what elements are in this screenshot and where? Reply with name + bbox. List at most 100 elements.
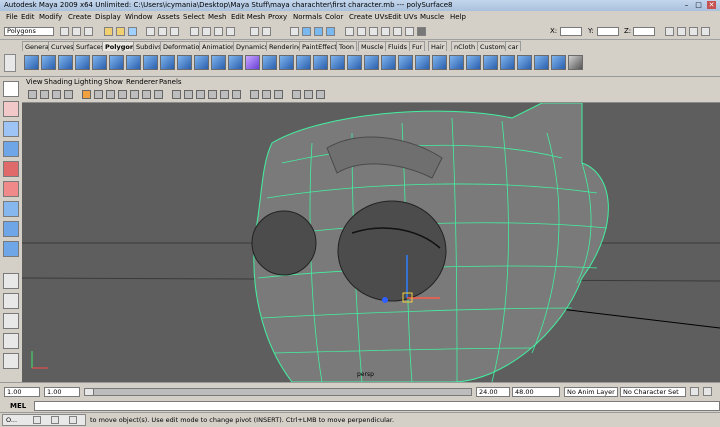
show-manipulator-icon[interactable] xyxy=(3,241,19,257)
anim-layer-selector[interactable]: No Anim Layer xyxy=(564,387,618,397)
high-quality-icon[interactable] xyxy=(250,90,259,99)
textured-icon[interactable] xyxy=(208,90,217,99)
poly-cylinder-icon[interactable] xyxy=(58,55,73,70)
poly-cone-icon[interactable] xyxy=(75,55,90,70)
bevel-icon[interactable] xyxy=(466,55,481,70)
extrude-icon[interactable] xyxy=(432,55,447,70)
menu-window[interactable]: Window xyxy=(125,13,153,21)
menu-help[interactable]: Help xyxy=(450,13,466,21)
anim-start-field[interactable]: 1.00 xyxy=(44,387,80,397)
range-slider[interactable] xyxy=(84,388,472,396)
scale-tool-icon[interactable] xyxy=(3,181,19,197)
shadows-icon[interactable] xyxy=(232,90,241,99)
select-by-object-icon[interactable] xyxy=(116,27,125,36)
tool-settings-icon[interactable] xyxy=(677,27,686,36)
auto-key-icon[interactable] xyxy=(703,387,712,396)
ipr-render-icon[interactable] xyxy=(314,27,323,36)
channel-box-icon[interactable] xyxy=(689,27,698,36)
input-output-icon[interactable] xyxy=(262,27,271,36)
cylindrical-mapping-icon[interactable] xyxy=(551,55,566,70)
tab-ncloth[interactable]: nCloth xyxy=(451,41,479,51)
separate-icon[interactable] xyxy=(228,55,243,70)
y-field[interactable] xyxy=(597,27,619,36)
range-start-field[interactable]: 1.00 xyxy=(4,387,40,397)
menu-modify[interactable]: Modify xyxy=(39,13,62,21)
layout-outliner-icon[interactable] xyxy=(3,333,19,349)
animation-preferences-icon[interactable] xyxy=(690,387,699,396)
input-rename-icon[interactable] xyxy=(405,27,414,36)
camera-bookmark-icon[interactable] xyxy=(40,90,49,99)
poly-soccer-ball-icon[interactable] xyxy=(194,55,209,70)
mask-surfaces-icon[interactable] xyxy=(170,27,179,36)
panel-menu-show[interactable]: Show xyxy=(104,78,123,86)
grid-icon[interactable] xyxy=(82,90,91,99)
close-icon[interactable] xyxy=(69,416,77,424)
offset-edge-loop-icon[interactable] xyxy=(415,55,430,70)
select-by-component-icon[interactable] xyxy=(128,27,137,36)
input-relative-icon[interactable] xyxy=(393,27,402,36)
panel-menu-lighting[interactable]: Lighting xyxy=(74,78,102,86)
snap-plane-icon[interactable] xyxy=(226,27,235,36)
tab-hair[interactable]: Hair xyxy=(428,41,448,51)
panel-menu-panels[interactable]: Panels xyxy=(159,78,182,86)
menu-select[interactable]: Select xyxy=(183,13,205,21)
resolution-gate-icon[interactable] xyxy=(106,90,115,99)
minimize-button[interactable]: – xyxy=(682,1,691,9)
use-all-lights-icon[interactable] xyxy=(220,90,229,99)
input-line-icon[interactable] xyxy=(345,27,354,36)
maximize-icon[interactable] xyxy=(51,416,59,424)
gate-mask-icon[interactable] xyxy=(118,90,127,99)
layer-editor-icon[interactable] xyxy=(701,27,710,36)
poke-icon[interactable] xyxy=(500,55,515,70)
menu-file[interactable]: File xyxy=(6,13,18,21)
menu-color[interactable]: Color xyxy=(325,13,343,21)
backface-culling-icon[interactable] xyxy=(304,90,313,99)
rotate-tool-icon[interactable] xyxy=(3,161,19,177)
history-icon[interactable] xyxy=(250,27,259,36)
shelf-menu-icon[interactable] xyxy=(4,54,16,72)
menu-muscle[interactable]: Muscle xyxy=(420,13,444,21)
close-button[interactable]: ✕ xyxy=(707,1,716,9)
reduce-icon[interactable] xyxy=(330,55,345,70)
xray-joints-icon[interactable] xyxy=(292,90,301,99)
tab-car[interactable]: car xyxy=(505,41,522,51)
poly-prism-icon[interactable] xyxy=(126,55,141,70)
snap-grid-icon[interactable] xyxy=(190,27,199,36)
insert-edge-loop-icon[interactable] xyxy=(398,55,413,70)
layout-side-by-side-icon[interactable] xyxy=(3,313,19,329)
wedge-icon[interactable] xyxy=(517,55,532,70)
lasso-tool-icon[interactable] xyxy=(3,101,19,117)
select-tool-icon[interactable] xyxy=(3,81,19,97)
command-input[interactable] xyxy=(34,401,720,411)
two-d-pan-icon[interactable] xyxy=(64,90,73,99)
poly-torus-icon[interactable] xyxy=(109,55,124,70)
wireframe-on-shaded-icon[interactable] xyxy=(196,90,205,99)
wireframe-icon[interactable] xyxy=(172,90,181,99)
render-settings-icon[interactable] xyxy=(326,27,335,36)
perspective-viewport[interactable]: persp xyxy=(22,103,720,382)
boolean-intersection-icon[interactable] xyxy=(279,55,294,70)
menu-create[interactable]: Create xyxy=(68,13,91,21)
menu-mesh[interactable]: Mesh xyxy=(208,13,226,21)
poly-pipe-icon[interactable] xyxy=(160,55,175,70)
command-language-label[interactable]: MEL xyxy=(10,402,26,410)
image-plane-icon[interactable] xyxy=(52,90,61,99)
menu-display[interactable]: Display xyxy=(95,13,121,21)
poly-plane-icon[interactable] xyxy=(92,55,107,70)
menu-assets[interactable]: Assets xyxy=(157,13,180,21)
safe-title-icon[interactable] xyxy=(154,90,163,99)
open-scene-icon[interactable] xyxy=(72,27,81,36)
render-view-icon[interactable] xyxy=(290,27,299,36)
save-scene-icon[interactable] xyxy=(84,27,93,36)
snap-point-icon[interactable] xyxy=(214,27,223,36)
tab-toon[interactable]: Toon xyxy=(336,41,357,51)
smooth-shade-icon[interactable] xyxy=(184,90,193,99)
paint-select-tool-icon[interactable] xyxy=(3,121,19,137)
field-chart-icon[interactable] xyxy=(130,90,139,99)
tab-fluids[interactable]: Fluids xyxy=(385,41,410,51)
xray-icon[interactable] xyxy=(274,90,283,99)
attribute-editor-icon[interactable] xyxy=(665,27,674,36)
menu-edit[interactable]: Edit xyxy=(21,13,35,21)
restore-icon[interactable] xyxy=(33,416,41,424)
input-options-icon[interactable] xyxy=(369,27,378,36)
